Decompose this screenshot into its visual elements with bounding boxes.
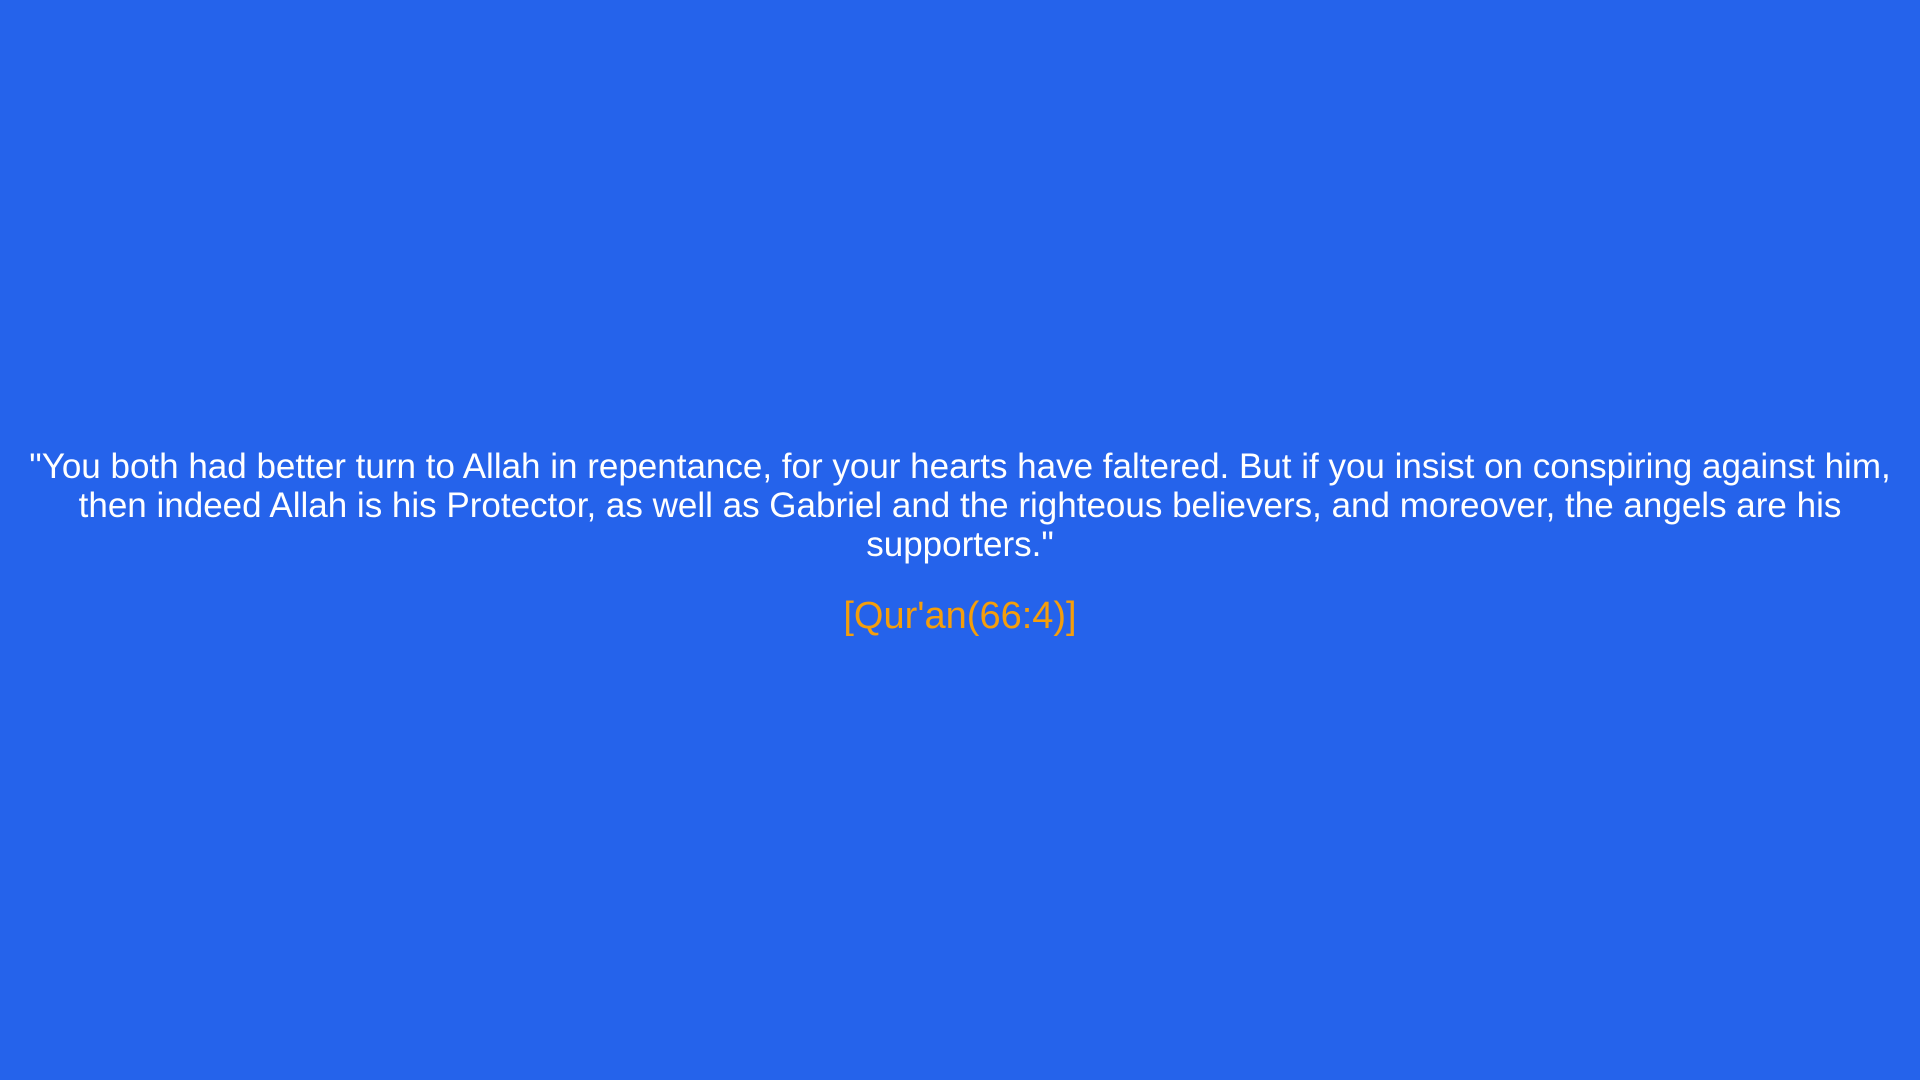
quote-block: "You both had better turn to Allah in re… — [0, 447, 1920, 638]
quote-text: "You both had better turn to Allah in re… — [29, 447, 1891, 564]
quote-citation: [Qur'an(66:4)] — [843, 595, 1077, 637]
